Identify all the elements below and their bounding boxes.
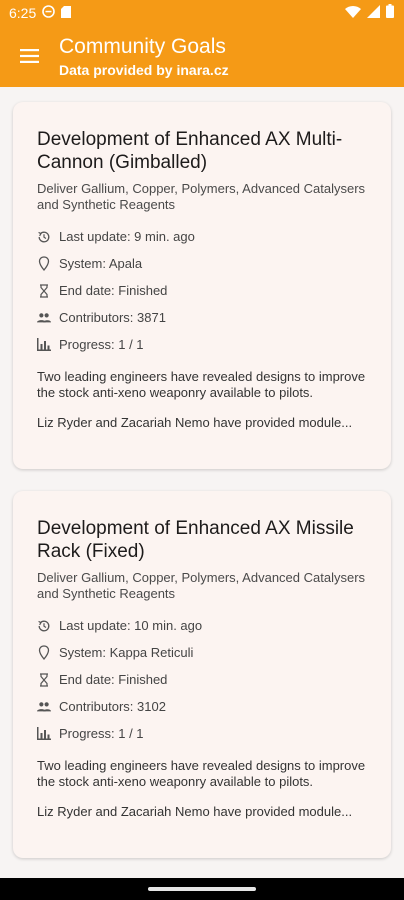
status-time: 6:25 <box>9 4 37 21</box>
battery-icon <box>386 4 394 21</box>
history-icon <box>37 619 51 633</box>
system-row: System: Kappa Reticuli <box>37 639 367 666</box>
system-row: System: Apala <box>37 250 367 277</box>
end-date-row: End date: Finished <box>37 277 367 304</box>
contributors-row: Contributors: 3871 <box>37 304 367 331</box>
people-icon <box>37 700 51 714</box>
end-date-text: End date: Finished <box>59 283 168 298</box>
page-subtitle: Data provided by inara.cz <box>59 61 229 78</box>
goal-description: Deliver Gallium, Copper, Polymers, Advan… <box>37 570 366 601</box>
hourglass-icon <box>37 283 51 298</box>
hourglass-icon <box>37 672 51 687</box>
people-icon <box>37 311 51 325</box>
goal-body-preview: Liz Ryder and Zacariah Nemo have provide… <box>37 415 353 430</box>
bar-chart-icon <box>37 338 51 352</box>
last-update-row: Last update: 9 min. ago <box>37 223 367 250</box>
wifi-icon <box>345 5 361 21</box>
signal-icon <box>367 4 380 21</box>
system-text: System: Apala <box>59 256 143 271</box>
last-update-text: Last update: 10 min. ago <box>59 618 203 633</box>
location-pin-icon <box>37 645 51 660</box>
last-update-row: Last update: 10 min. ago <box>37 612 367 639</box>
progress-text: Progress: 1 / 1 <box>59 726 144 741</box>
location-pin-icon <box>37 256 51 271</box>
contributors-text: Contributors: 3871 <box>59 310 166 325</box>
app-titles: Community Goals Data provided by inara.c… <box>59 35 229 78</box>
hamburger-menu-icon <box>19 49 39 63</box>
history-icon <box>37 230 51 244</box>
end-date-text: End date: Finished <box>59 672 168 687</box>
sd-card-icon <box>61 5 72 21</box>
goal-card[interactable]: Development of Enhanced AX Multi-Cannon … <box>13 102 391 469</box>
app-bar: Community Goals Data provided by inara.c… <box>0 25 404 87</box>
bar-chart-icon <box>37 727 51 741</box>
status-left: 6:25 <box>9 4 72 21</box>
system-text: System: Kappa Reticuli <box>59 645 194 660</box>
status-bar: 6:25 <box>0 0 404 25</box>
progress-row: Progress: 1 / 1 <box>37 720 367 747</box>
page-title: Community Goals <box>59 34 226 58</box>
do-not-disturb-icon <box>42 4 56 21</box>
goal-body-text: Two leading engineers have revealed desi… <box>37 758 366 789</box>
home-gesture-handle[interactable] <box>148 887 256 891</box>
contributors-row: Contributors: 3102 <box>37 693 367 720</box>
goal-title: Development of Enhanced AX Multi-Cannon … <box>37 129 343 173</box>
menu-button[interactable] <box>18 45 40 67</box>
progress-text: Progress: 1 / 1 <box>59 337 144 352</box>
goal-card[interactable]: Development of Enhanced AX Missile Rack … <box>13 491 391 858</box>
progress-row: Progress: 1 / 1 <box>37 331 367 358</box>
status-right <box>345 4 394 21</box>
goal-body-preview: Liz Ryder and Zacariah Nemo have provide… <box>37 804 353 819</box>
goals-list: Development of Enhanced AX Multi-Cannon … <box>0 87 404 858</box>
gesture-nav-bar <box>0 878 404 900</box>
last-update-text: Last update: 9 min. ago <box>59 229 195 244</box>
end-date-row: End date: Finished <box>37 666 367 693</box>
goal-body-text: Two leading engineers have revealed desi… <box>37 369 366 400</box>
goal-title: Development of Enhanced AX Missile Rack … <box>37 518 354 562</box>
goal-description: Deliver Gallium, Copper, Polymers, Advan… <box>37 181 366 212</box>
contributors-text: Contributors: 3102 <box>59 699 166 714</box>
